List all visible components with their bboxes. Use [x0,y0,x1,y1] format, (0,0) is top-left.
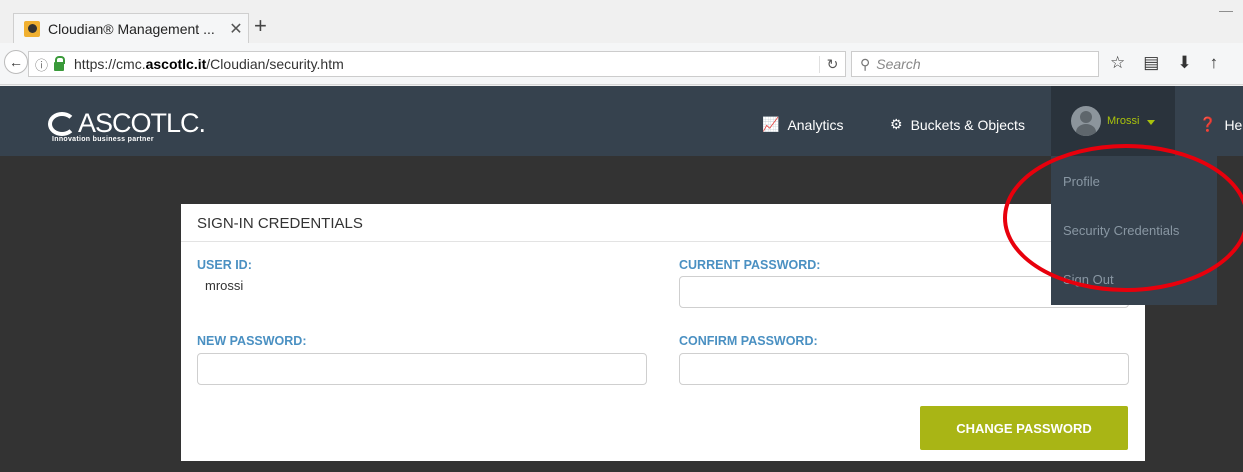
tab-title: Cloudian® Management ... [48,20,215,37]
confirm-password-label: CONFIRM PASSWORD: [679,334,818,348]
home-icon[interactable]: ↑ [1210,53,1219,73]
lock-icon [54,55,66,71]
dropdown-item-security-credentials[interactable]: Security Credentials [1051,205,1217,254]
back-arrow-icon[interactable]: ← [4,50,28,74]
reload-icon[interactable]: ↻ [819,55,845,73]
user-dropdown-menu: Profile Security Credentials Sign Out [1051,156,1217,305]
address-bar[interactable]: ⓘ https://cmc.ascotlc.it/Cloudian/securi… [28,51,846,77]
url-text: https://cmc.ascotlc.it/Cloudian/security… [74,56,344,72]
search-placeholder: Search [876,56,921,72]
confirm-password-field[interactable] [679,353,1129,385]
new-password-field[interactable] [197,353,647,385]
nav-buckets-objects[interactable]: ⚙ Buckets & Objects [890,116,1025,133]
logo-mark-icon [48,111,76,136]
logo-tagline: Innovation business partner [52,136,154,143]
download-icon[interactable]: ⬇ [1177,53,1191,73]
nav-analytics[interactable]: 📈 Analytics [762,116,843,133]
search-icon: ⚲ [860,55,871,72]
site-info-icon[interactable]: ⓘ [35,55,48,74]
caret-down-icon [1147,120,1155,125]
user-menu-toggle[interactable]: Mrossi [1051,86,1175,156]
new-tab-button[interactable]: + [254,14,267,38]
line-chart-icon: 📈 [762,116,780,132]
user-id-label: USER ID: [197,258,252,272]
user-avatar-icon [1071,106,1101,136]
change-password-button[interactable]: CHANGE PASSWORD [920,406,1128,450]
close-tab-icon[interactable]: ✕ [224,19,248,39]
browser-navbar: ← ⓘ https://cmc.ascotlc.it/Cloudian/secu… [0,43,1243,85]
ascotlc-logo[interactable]: ASCOTLC. Innovation business partner [48,108,206,143]
card-title: SIGN-IN CREDENTIALS [181,204,1145,242]
tab-strip: Cloudian® Management ... ✕ + — [0,0,1243,43]
browser-tab[interactable]: Cloudian® Management ... ✕ [13,13,249,43]
dropdown-item-sign-out[interactable]: Sign Out [1051,254,1217,303]
reading-list-icon[interactable]: ▤ [1143,53,1159,73]
gear-icon: ⚙ [890,116,903,132]
new-password-label: NEW PASSWORD: [197,334,307,348]
sign-in-credentials-card: SIGN-IN CREDENTIALS USER ID: mrossi CURR… [181,204,1145,461]
current-password-label: CURRENT PASSWORD: [679,258,821,272]
browser-window: Cloudian® Management ... ✕ + — ← ⓘ https… [0,0,1243,472]
nav-help[interactable]: ❓ He [1199,116,1242,133]
cloudian-favicon-icon [24,20,40,37]
username-label: Mrossi [1107,115,1140,127]
search-input[interactable]: ⚲ Search [851,51,1099,77]
dropdown-item-profile[interactable]: Profile [1051,156,1217,205]
bookmark-star-icon[interactable]: ☆ [1110,53,1125,73]
user-id-value: mrossi [205,278,244,293]
minimize-window-icon[interactable]: — [1219,2,1233,18]
question-circle-icon: ❓ [1199,116,1217,132]
toolbar-icons: ☆ ▤ ⬇ ↑ [1110,53,1218,73]
